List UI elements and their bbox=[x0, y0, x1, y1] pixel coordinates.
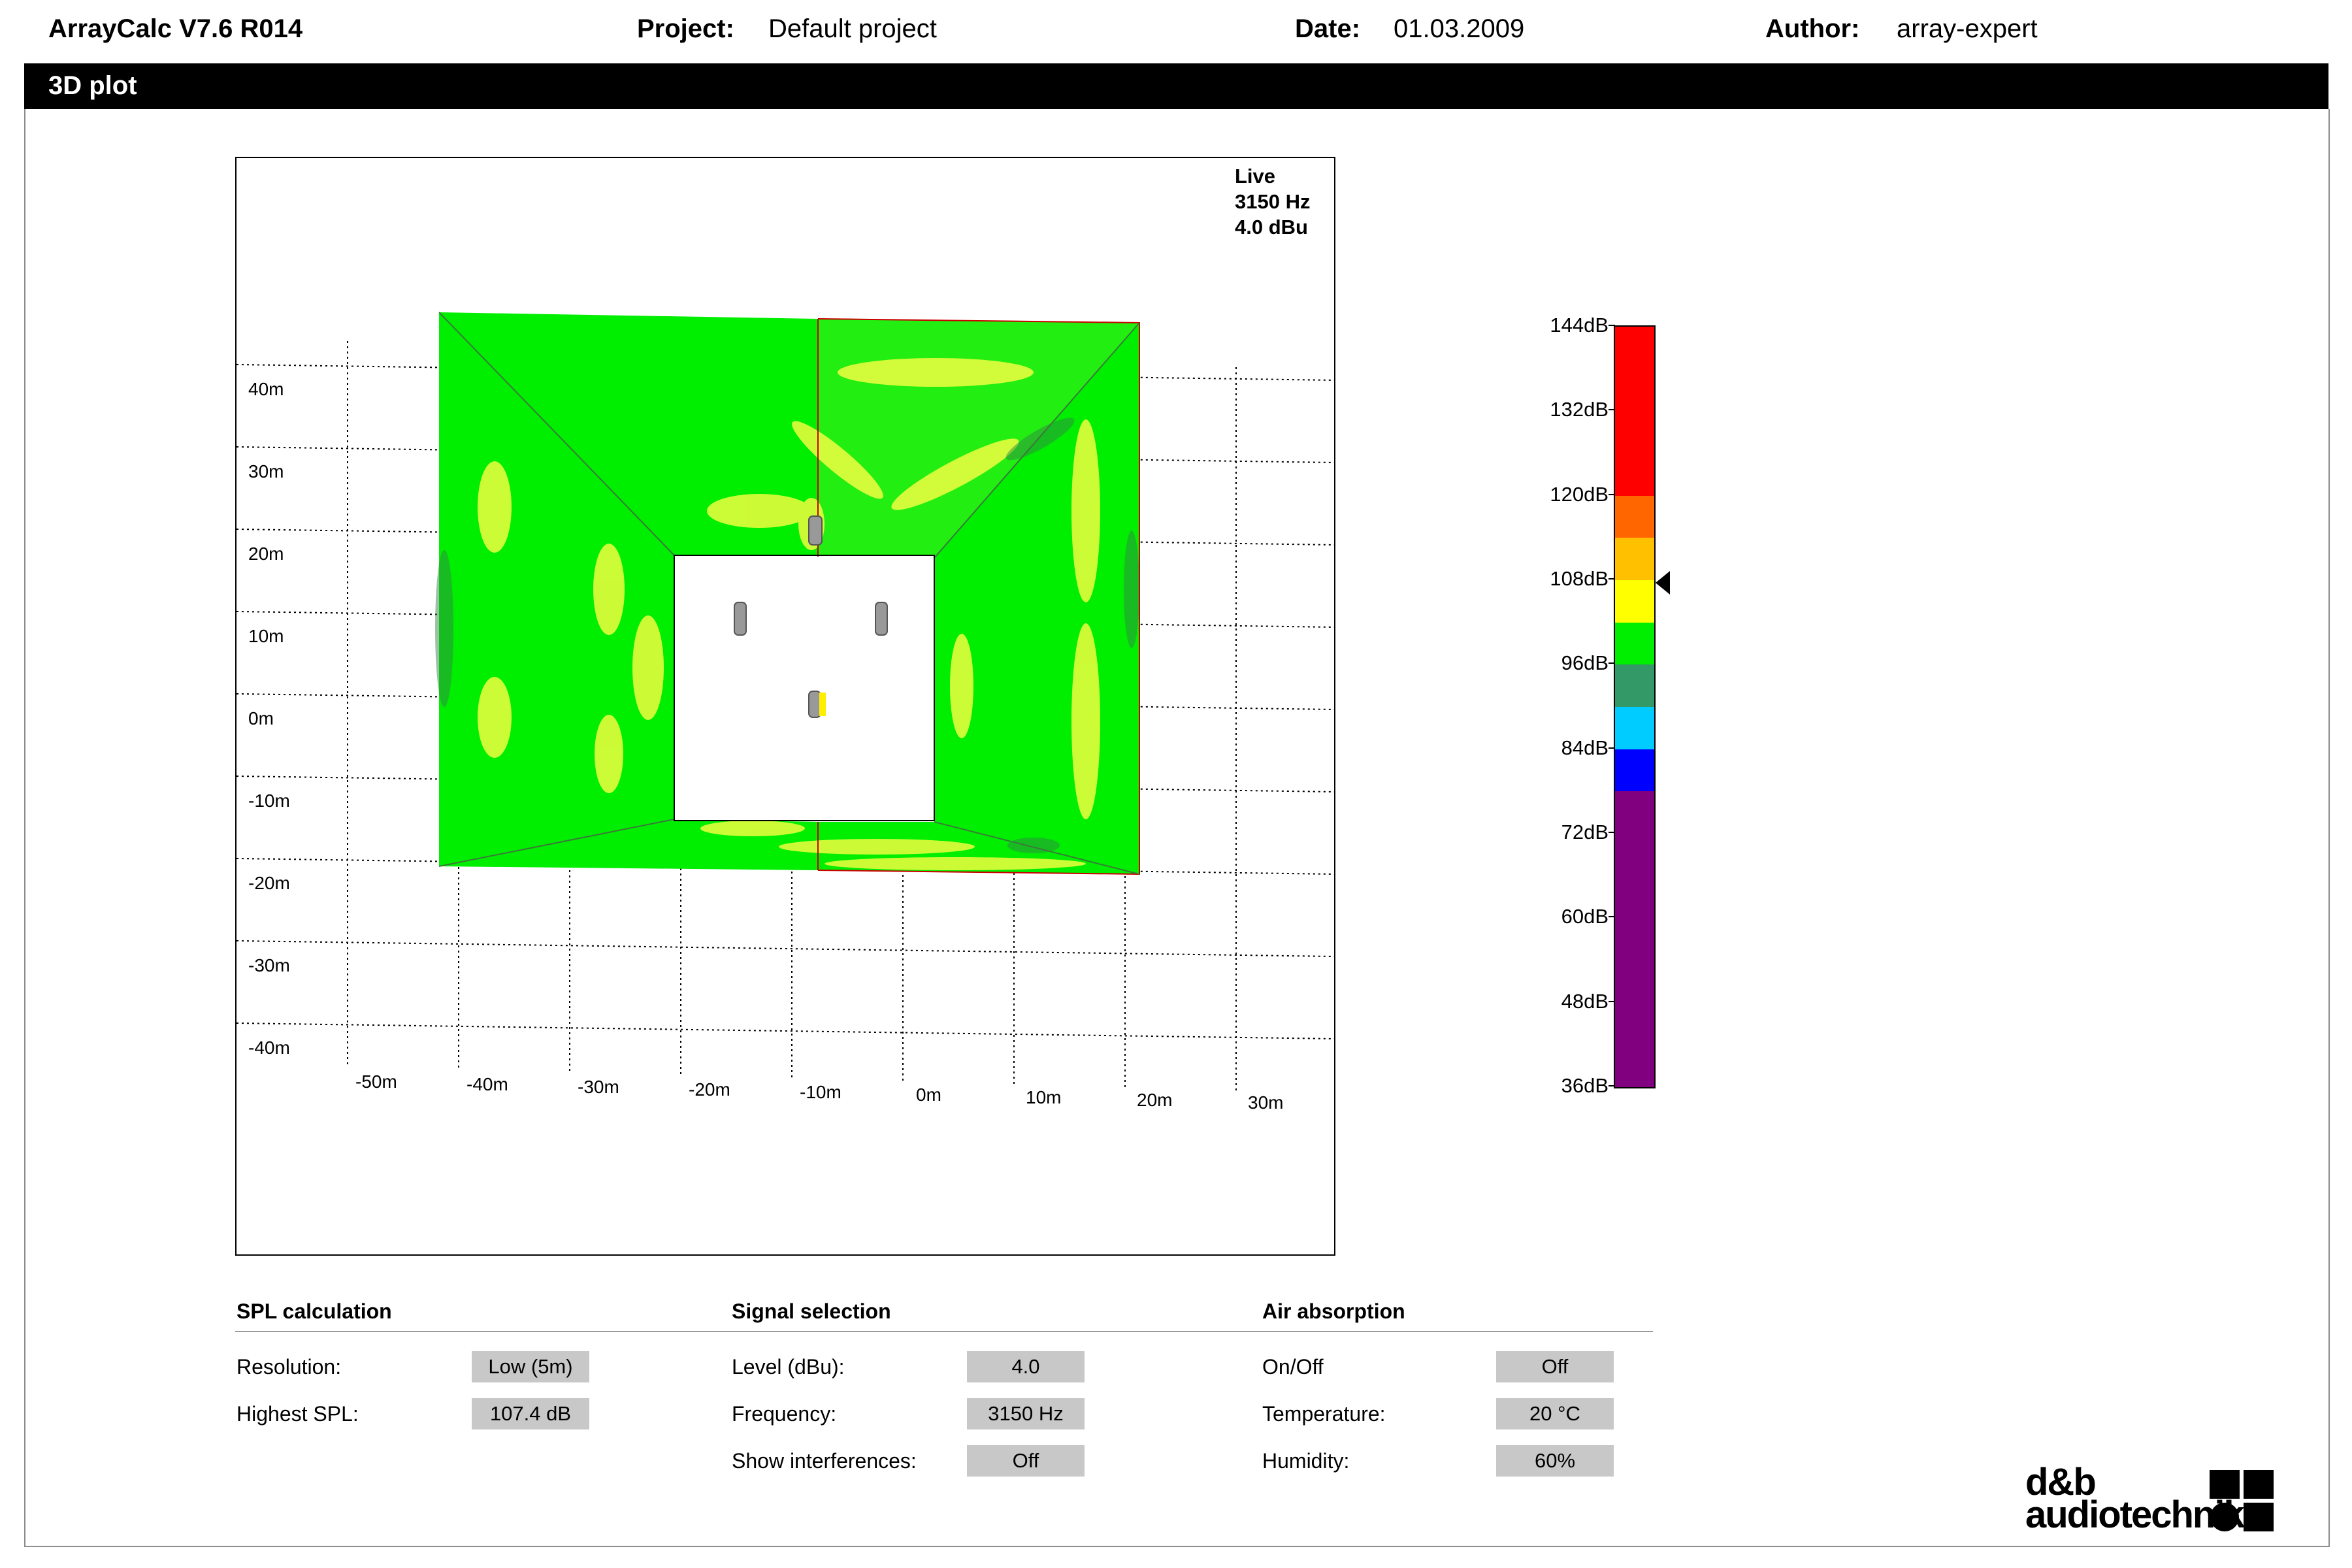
scale-tick bbox=[1609, 493, 1615, 495]
y-tick-label: 0m bbox=[248, 708, 274, 728]
speaker-highlight bbox=[819, 693, 826, 716]
scale-label: 48dB bbox=[1561, 989, 1609, 1013]
humidity-value[interactable]: 60% bbox=[1496, 1445, 1614, 1477]
y-tick-label: -10m bbox=[248, 791, 290, 811]
plot-info: Live 3150 Hz 4.0 dBu bbox=[1235, 163, 1310, 240]
air-onoff-label: On/Off bbox=[1262, 1355, 1324, 1379]
app-title: ArrayCalc V7.6 R014 bbox=[48, 14, 303, 43]
scale-band bbox=[1615, 538, 1654, 580]
section-bar: 3D plot bbox=[24, 63, 2328, 109]
scale-tick bbox=[1609, 747, 1615, 749]
x-tick-label: 0m bbox=[916, 1085, 941, 1105]
scale-band bbox=[1615, 749, 1654, 792]
x-tick-label: -10m bbox=[800, 1082, 841, 1102]
y-tick-label: 10m bbox=[248, 626, 284, 646]
y-tick-label: 20m bbox=[248, 544, 284, 564]
scale-label: 60dB bbox=[1561, 905, 1609, 928]
resolution-label: Resolution: bbox=[237, 1355, 342, 1379]
scale-band bbox=[1615, 664, 1654, 707]
frequency-label: Frequency: bbox=[732, 1402, 837, 1426]
level-label: Level (dBu): bbox=[732, 1355, 845, 1379]
scale-band bbox=[1615, 580, 1654, 623]
scale-band bbox=[1615, 707, 1654, 749]
project-value: Default project bbox=[768, 14, 937, 43]
scale-tick bbox=[1609, 409, 1615, 411]
scale-label: 132dB bbox=[1550, 398, 1609, 421]
scale-tick bbox=[1609, 578, 1615, 580]
y-tick-label: -30m bbox=[248, 955, 290, 975]
project-label: Project: bbox=[637, 14, 734, 43]
temperature-value[interactable]: 20 °C bbox=[1496, 1398, 1614, 1429]
scale-band bbox=[1615, 791, 1654, 1087]
scale-bands bbox=[1615, 327, 1654, 1087]
scale-label: 144dB bbox=[1550, 314, 1609, 336]
resolution-value[interactable]: Low (5m) bbox=[472, 1351, 589, 1382]
date-label: Date: bbox=[1295, 14, 1361, 43]
room-surfaces bbox=[439, 312, 1139, 874]
scale-tick bbox=[1609, 916, 1615, 918]
signal-section-title: Signal selection bbox=[732, 1299, 891, 1323]
scale-band bbox=[1615, 495, 1654, 538]
scale-tick bbox=[1609, 1085, 1615, 1086]
level-value[interactable]: 4.0 bbox=[967, 1351, 1085, 1382]
scale-marker-icon bbox=[1656, 571, 1670, 595]
x-tick-label: -20m bbox=[689, 1079, 730, 1100]
speaker-icon bbox=[808, 515, 823, 546]
scale-tick bbox=[1609, 832, 1615, 833]
author-label: Author: bbox=[1765, 14, 1860, 43]
y-tick-label: -40m bbox=[248, 1037, 290, 1058]
interferences-value[interactable]: Off bbox=[967, 1445, 1085, 1477]
speaker-icon bbox=[734, 602, 747, 636]
highest-spl-value: 107.4 dB bbox=[472, 1398, 589, 1429]
x-tick-label: -50m bbox=[355, 1071, 397, 1092]
y-tick-label: -20m bbox=[248, 873, 290, 893]
scale-label: 108dB bbox=[1550, 567, 1609, 590]
spl-section-title: SPL calculation bbox=[237, 1299, 392, 1323]
date-value: 01.03.2009 bbox=[1394, 14, 1525, 43]
y-tick-label: 30m bbox=[248, 461, 284, 482]
x-tick-label: 10m bbox=[1026, 1087, 1062, 1107]
plot-mode: Live bbox=[1235, 165, 1276, 188]
x-tick-label: 20m bbox=[1137, 1090, 1173, 1110]
scale-band bbox=[1615, 327, 1654, 496]
x-tick-label: 30m bbox=[1248, 1092, 1284, 1113]
plot-level: 4.0 dBu bbox=[1235, 216, 1308, 238]
frequency-value[interactable]: 3150 Hz bbox=[967, 1398, 1085, 1429]
scale-band bbox=[1615, 622, 1654, 665]
logo-mark-icon bbox=[2210, 1470, 2274, 1531]
scale-label: 72dB bbox=[1561, 821, 1609, 843]
air-onoff-value[interactable]: Off bbox=[1496, 1351, 1614, 1382]
scale-tick bbox=[1609, 662, 1615, 664]
plot-frequency: 3150 Hz bbox=[1235, 190, 1311, 213]
plot-area[interactable]: 40m 30m 20m 10m 0m -10m -20m -30m -40m -… bbox=[235, 157, 1335, 1256]
air-section-title: Air absorption bbox=[1262, 1299, 1405, 1323]
y-tick-label: 40m bbox=[248, 379, 284, 399]
highest-spl-label: Highest SPL: bbox=[237, 1402, 359, 1426]
scale-label: 120dB bbox=[1550, 482, 1609, 506]
temperature-label: Temperature: bbox=[1262, 1402, 1386, 1426]
speaker-icon bbox=[808, 691, 821, 718]
x-tick-label: -30m bbox=[578, 1077, 619, 1097]
scale-label: 36dB bbox=[1561, 1074, 1609, 1097]
scale-tick bbox=[1609, 1000, 1615, 1002]
speaker-icon bbox=[875, 602, 888, 636]
color-scale bbox=[1614, 325, 1656, 1088]
section-title: 3D plot bbox=[48, 71, 137, 100]
scale-label: 96dB bbox=[1561, 651, 1609, 675]
scale-label: 84dB bbox=[1561, 736, 1609, 759]
interferences-label: Show interferences: bbox=[732, 1449, 917, 1473]
scale-tick bbox=[1609, 325, 1615, 326]
settings-divider bbox=[235, 1331, 1653, 1332]
x-tick-label: -40m bbox=[466, 1074, 508, 1094]
author-value: array-expert bbox=[1897, 14, 2038, 43]
humidity-label: Humidity: bbox=[1262, 1449, 1350, 1473]
